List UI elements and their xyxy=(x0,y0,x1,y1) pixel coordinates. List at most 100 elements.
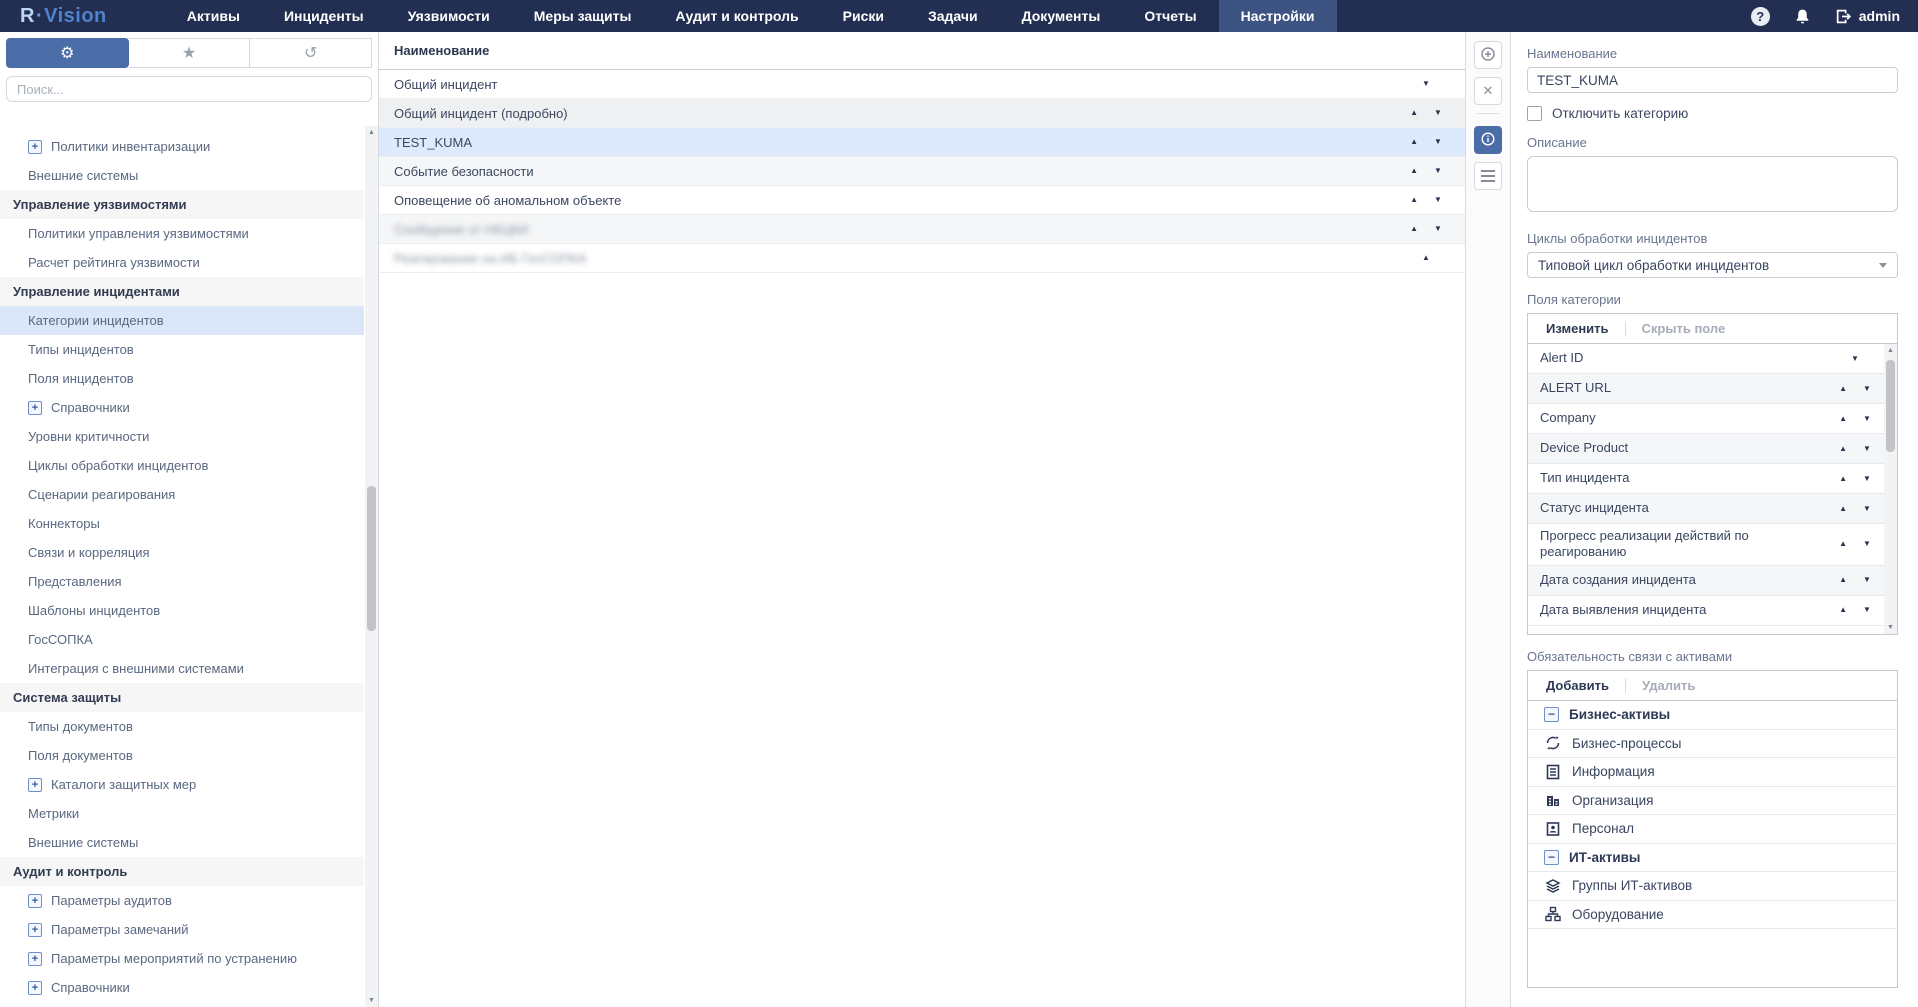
tree-item[interactable]: Управление инцидентами xyxy=(0,277,364,306)
collapse-minus-icon[interactable]: − xyxy=(1544,707,1559,722)
tree-item[interactable]: Циклы обработки инцидентов xyxy=(0,451,364,480)
hide-field-button[interactable]: Скрыть поле xyxy=(1642,321,1726,336)
category-row[interactable]: Общий инцидент (подробно) ▲ ▼ xyxy=(379,99,1465,128)
field-row[interactable]: Прогресс реализации действий по реагиров… xyxy=(1528,524,1884,566)
move-up-icon[interactable]: ▲ xyxy=(1839,415,1847,423)
tree-item[interactable]: Внешние системы xyxy=(0,828,364,857)
nav-risks[interactable]: Риски xyxy=(821,0,906,32)
move-down-icon[interactable]: ▼ xyxy=(1863,415,1871,423)
move-up-icon[interactable]: ▲ xyxy=(1410,138,1418,146)
move-up-icon[interactable]: ▲ xyxy=(1410,109,1418,117)
nav-vulnerabilities[interactable]: Уязвимости xyxy=(386,0,512,32)
tree-item[interactable]: Сценарии реагирования xyxy=(0,480,364,509)
tree-item[interactable]: ГосСОПКА xyxy=(0,625,364,654)
tab-favorites[interactable]: ★ xyxy=(129,38,251,68)
tree-item[interactable]: + Параметры замечаний xyxy=(0,915,364,944)
move-up-icon[interactable]: ▲ xyxy=(1839,475,1847,483)
asset-row[interactable]: Персонал xyxy=(1528,815,1897,844)
tree-item[interactable]: Категории инцидентов xyxy=(0,306,364,335)
nav-reports[interactable]: Отчеты xyxy=(1122,0,1218,32)
expand-plus-icon[interactable]: + xyxy=(28,923,42,937)
description-textarea[interactable] xyxy=(1527,156,1898,212)
scroll-down-icon[interactable]: ▼ xyxy=(365,994,378,1007)
move-up-icon[interactable]: ▲ xyxy=(1839,540,1847,548)
nav-documents[interactable]: Документы xyxy=(1000,0,1123,32)
move-up-icon[interactable]: ▲ xyxy=(1422,254,1430,262)
collapse-minus-icon[interactable]: − xyxy=(1544,850,1559,865)
tree-item[interactable]: Типы инцидентов xyxy=(0,335,364,364)
field-row[interactable]: Дата выявления инцидента ▲ ▼ xyxy=(1528,596,1884,626)
asset-row[interactable]: Оборудование xyxy=(1528,901,1897,930)
move-down-icon[interactable]: ▼ xyxy=(1863,385,1871,393)
move-down-icon[interactable]: ▼ xyxy=(1434,167,1442,175)
tree-item[interactable]: Внешние системы xyxy=(0,161,364,190)
tree-item[interactable]: Требования xyxy=(0,1002,364,1007)
cycles-select[interactable]: Типовой цикл обработки инцидентов xyxy=(1527,252,1898,278)
nav-tasks[interactable]: Задачи xyxy=(906,0,1000,32)
category-row[interactable]: Событие безопасности ▲ ▼ xyxy=(379,157,1465,186)
remove-asset-button[interactable]: Удалить xyxy=(1642,678,1695,693)
fields-scrollbar[interactable]: ▲ ▼ xyxy=(1884,344,1897,634)
move-down-icon[interactable]: ▼ xyxy=(1863,606,1871,614)
notifications-bell-icon[interactable] xyxy=(1794,8,1811,25)
move-down-icon[interactable]: ▼ xyxy=(1434,196,1442,204)
add-category-button[interactable] xyxy=(1474,41,1502,69)
scroll-up-icon[interactable]: ▲ xyxy=(1884,344,1897,357)
move-up-icon[interactable]: ▲ xyxy=(1410,225,1418,233)
tree-item[interactable]: + Справочники xyxy=(0,973,364,1002)
category-row[interactable]: Оповещение об аномальном объекте ▲ ▼ xyxy=(379,186,1465,215)
asset-row[interactable]: − Бизнес-активы xyxy=(1528,701,1897,730)
nav-protection-measures[interactable]: Меры защиты xyxy=(512,0,654,32)
move-down-icon[interactable]: ▼ xyxy=(1863,445,1871,453)
move-down-icon[interactable]: ▼ xyxy=(1434,109,1442,117)
move-down-icon[interactable]: ▼ xyxy=(1863,540,1871,548)
tree-item[interactable]: Интеграция с внешними системами xyxy=(0,654,364,683)
move-up-icon[interactable]: ▲ xyxy=(1839,606,1847,614)
tree-item[interactable]: Метрики xyxy=(0,799,364,828)
field-row[interactable]: Статус инцидента ▲ ▼ xyxy=(1528,494,1884,524)
tab-settings[interactable]: ⚙ xyxy=(6,38,129,68)
asset-row[interactable]: Бизнес-процессы xyxy=(1528,730,1897,759)
category-row[interactable]: Сообщение от НКЦКИ ▲ ▼ xyxy=(379,215,1465,244)
asset-row[interactable]: − ИТ-активы xyxy=(1528,844,1897,873)
tree-item[interactable]: + Каталоги защитных мер xyxy=(0,770,364,799)
move-up-icon[interactable]: ▲ xyxy=(1839,576,1847,584)
edit-field-button[interactable]: Изменить xyxy=(1546,321,1609,336)
expand-plus-icon[interactable]: + xyxy=(28,981,42,995)
scrollbar-thumb[interactable] xyxy=(1886,360,1895,452)
disable-category-checkbox-row[interactable]: Отключить категорию xyxy=(1527,106,1898,121)
tree-item[interactable]: Политики управления уязвимостями xyxy=(0,219,364,248)
nav-incidents[interactable]: Инциденты xyxy=(262,0,386,32)
move-down-icon[interactable]: ▼ xyxy=(1863,475,1871,483)
nav-assets[interactable]: Активы xyxy=(165,0,262,32)
info-button[interactable] xyxy=(1474,126,1502,154)
move-down-icon[interactable]: ▼ xyxy=(1863,505,1871,513)
scroll-down-icon[interactable]: ▼ xyxy=(1884,621,1897,634)
tree-item[interactable]: Представления xyxy=(0,567,364,596)
field-row[interactable]: Alert ID ▼ xyxy=(1528,344,1884,374)
field-row[interactable]: Дата создания инцидента ▲ ▼ xyxy=(1528,566,1884,596)
scrollbar-thumb[interactable] xyxy=(367,486,376,631)
tree-item[interactable]: + Параметры мероприятий по устранению xyxy=(0,944,364,973)
category-row[interactable]: Общий инцидент ▼ xyxy=(379,70,1465,99)
sidebar-search-input[interactable] xyxy=(6,76,372,102)
category-name-input[interactable] xyxy=(1527,67,1898,93)
field-row[interactable]: Тип инцидента ▲ ▼ xyxy=(1528,464,1884,494)
tree-item[interactable]: + Параметры аудитов xyxy=(0,886,364,915)
expand-plus-icon[interactable]: + xyxy=(28,140,42,154)
move-down-icon[interactable]: ▼ xyxy=(1434,225,1442,233)
logout-button[interactable]: admin xyxy=(1835,8,1900,25)
tree-item[interactable]: Шаблоны инцидентов xyxy=(0,596,364,625)
tree-item[interactable]: Уровни критичности xyxy=(0,422,364,451)
tree-item[interactable]: + Политики инвентаризации xyxy=(0,132,364,161)
move-down-icon[interactable]: ▼ xyxy=(1434,138,1442,146)
field-row[interactable]: Device Product ▲ ▼ xyxy=(1528,434,1884,464)
move-up-icon[interactable]: ▲ xyxy=(1410,167,1418,175)
tree-item[interactable]: + Справочники xyxy=(0,393,364,422)
move-up-icon[interactable]: ▲ xyxy=(1839,505,1847,513)
add-asset-button[interactable]: Добавить xyxy=(1546,678,1609,693)
category-row[interactable]: Реагирование на ИБ ГосСОПКА ▲ xyxy=(379,244,1465,273)
move-up-icon[interactable]: ▲ xyxy=(1839,445,1847,453)
expand-plus-icon[interactable]: + xyxy=(28,952,42,966)
nav-settings[interactable]: Настройки xyxy=(1219,0,1337,32)
